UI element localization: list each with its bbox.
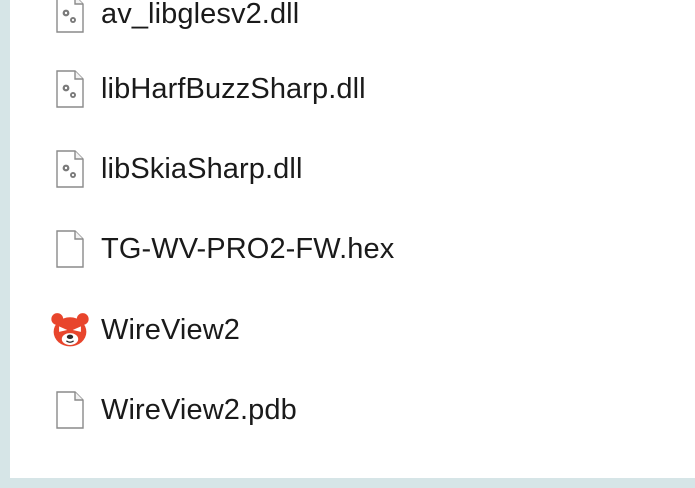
file-name: av_libglesv2.dll [101,0,300,30]
red-bear-app-icon [50,308,90,352]
file-item-tg-wv-pro2-fw[interactable]: TG-WV-PRO2-FW.hex [10,221,695,277]
file-item-wireview2-pdb[interactable]: WireView2.pdb [10,382,695,438]
file-item-libharfbuzzsharp[interactable]: libHarfBuzzSharp.dll [10,61,695,117]
file-name: WireView2.pdb [101,393,297,426]
blank-file-icon [50,227,90,271]
file-item-av-libglesv2[interactable]: av_libglesv2.dll [10,0,695,42]
file-item-wireview2[interactable]: WireView2 [10,302,695,358]
file-list-panel: av_libglesv2.dll libHarfBuzzSharp.dll li… [10,0,695,478]
file-name: libHarfBuzzSharp.dll [101,72,366,105]
file-name: TG-WV-PRO2-FW.hex [101,232,395,265]
dll-gear-icon [50,67,90,111]
file-name: WireView2 [101,313,240,346]
file-name: libSkiaSharp.dll [101,152,303,185]
dll-gear-icon [50,0,90,36]
file-item-libskiasharp[interactable]: libSkiaSharp.dll [10,141,695,197]
dll-gear-icon [50,147,90,191]
blank-file-icon [50,388,90,432]
